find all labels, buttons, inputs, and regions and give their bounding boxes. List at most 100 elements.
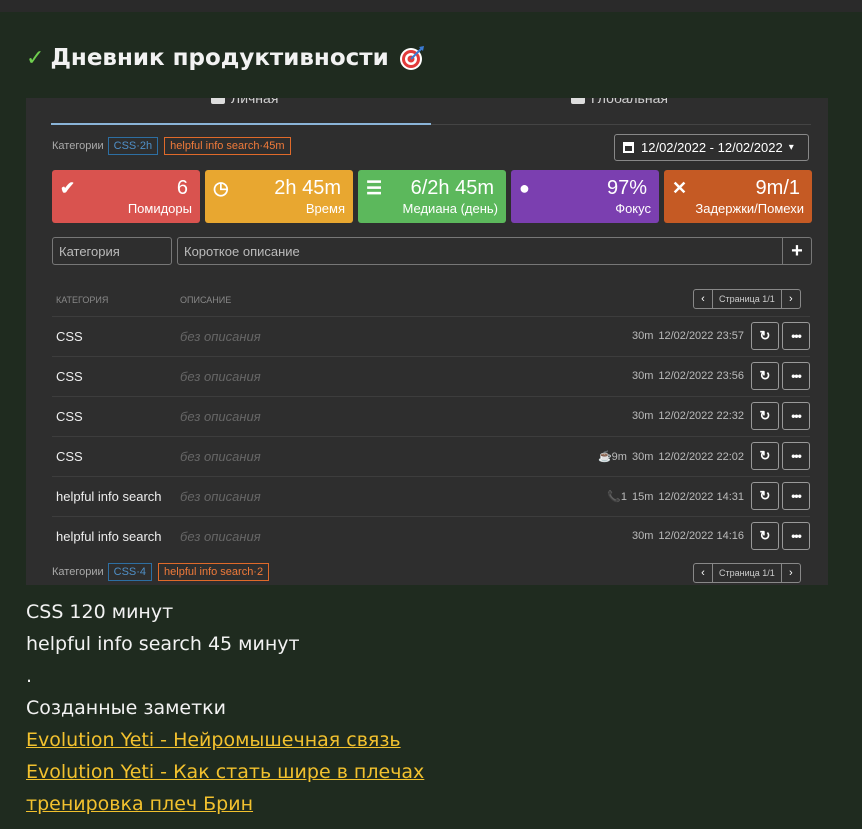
restart-button[interactable]: ↻ — [751, 482, 779, 510]
row-description: без описания — [180, 409, 261, 424]
stats-row: ✔ 6 Помидоры ◷ 2h 45m Время ☰ 6/2h 45m М… — [52, 170, 812, 223]
next-page-button[interactable]: › — [782, 290, 800, 308]
restart-button[interactable]: ↻ — [751, 322, 779, 350]
lightbulb-icon: ● — [519, 178, 530, 198]
row-meta: 30m 12/02/2022 22:32 — [632, 410, 744, 422]
tab-global[interactable]: Глобальная — [571, 98, 668, 114]
categories-label: Категории — [52, 566, 104, 578]
row-meta: ☕9m 30m 12/02/2022 22:02 — [597, 450, 744, 464]
note-link[interactable]: тренировка плеч Брин — [26, 788, 424, 820]
column-header-description: Описание — [180, 295, 232, 305]
calendar-icon — [623, 142, 634, 153]
tab-divider — [431, 124, 811, 125]
stat-value: 2h 45m — [274, 177, 341, 199]
page-indicator: Страница 1/1 — [712, 564, 782, 582]
entry-form: + — [52, 237, 812, 265]
prev-page-button[interactable]: ‹ — [694, 564, 712, 582]
more-options-button[interactable]: ••• — [782, 402, 810, 430]
table-row: helpful info search без описания 📞1 15m 12… — [52, 476, 810, 516]
tab-personal[interactable]: Личная — [211, 98, 278, 114]
more-options-button[interactable]: ••• — [782, 482, 810, 510]
category-chip-css[interactable]: CSS·2h — [107, 137, 159, 155]
stat-label: Фокус — [615, 201, 651, 216]
table-row: CSS без описания ☕9m 30m 12/02/2022 22:02 … — [52, 436, 810, 476]
users-icon — [571, 98, 585, 105]
x-icon: ✕ — [672, 178, 688, 198]
table-row: CSS без описания 30m 12/02/2022 23:56 ↻ •… — [52, 356, 810, 396]
table-row: helpful info search без описания 30m 12/0… — [52, 516, 810, 556]
category-chip-helpful-info-search[interactable]: helpful info search·45m — [164, 137, 291, 155]
check-circle-icon: ✔ — [60, 178, 76, 198]
note-link[interactable]: Evolution Yeti - Как стать шире в плечах — [26, 756, 424, 788]
row-description: без описания — [180, 449, 261, 464]
stat-value: 97% — [606, 177, 647, 199]
break-badge: ☕9m — [597, 451, 627, 463]
more-options-button[interactable]: ••• — [782, 442, 810, 470]
checkmark-icon: ✓ — [26, 45, 45, 71]
note-link[interactable]: Evolution Yeti - Нейромышечная связь — [26, 724, 424, 756]
stat-focus: ● 97% Фокус — [511, 170, 659, 223]
tab-bar: Личная Глобальная — [51, 98, 811, 126]
target-emoji-icon — [399, 45, 425, 71]
user-icon — [211, 98, 225, 105]
category-input[interactable] — [52, 237, 172, 265]
description-input[interactable] — [177, 237, 783, 265]
summary-line-css: CSS 120 минут — [26, 601, 174, 623]
column-header-category: Категория — [56, 295, 109, 305]
table-row: CSS без описания 30m 12/02/2022 22:32 ↻ •… — [52, 396, 810, 436]
row-duration: 30m — [631, 530, 654, 542]
row-duration: 15m — [631, 490, 654, 503]
date-range-value: 12/02/2022 - 12/02/2022 — [641, 140, 783, 155]
row-datetime: 12/02/2022 22:02 — [658, 450, 744, 463]
productivity-widget: Личная Глобальная Категории CSS·2h helpf… — [26, 98, 828, 585]
table-row: CSS без описания 30m 12/02/2022 23:57 ↻ •… — [52, 316, 810, 356]
more-options-button[interactable]: ••• — [782, 322, 810, 350]
row-meta: 30m 12/02/2022 14:16 — [632, 530, 744, 542]
next-page-button[interactable]: › — [782, 564, 800, 582]
stat-time: ◷ 2h 45m Время — [205, 170, 353, 223]
row-category: CSS — [56, 409, 83, 424]
add-entry-button[interactable]: + — [783, 237, 812, 265]
stat-interruptions: ✕ 9m/1 Задержки/Помехи — [664, 170, 812, 223]
row-category: CSS — [56, 329, 83, 344]
clock-icon: ◷ — [213, 178, 229, 198]
page-indicator: Страница 1/1 — [712, 290, 782, 308]
stat-label: Задержки/Помехи — [695, 201, 804, 216]
row-meta: 30m 12/02/2022 23:57 — [632, 330, 744, 342]
stat-median: ☰ 6/2h 45m Медиана (день) — [358, 170, 506, 223]
row-duration: 30m — [631, 410, 654, 422]
row-duration: 30m — [631, 450, 654, 463]
more-options-button[interactable]: ••• — [782, 522, 810, 550]
category-chip-css[interactable]: CSS·4 — [107, 563, 153, 581]
prev-page-button[interactable]: ‹ — [694, 290, 712, 308]
row-duration: 30m — [631, 370, 654, 382]
list-icon: ☰ — [366, 178, 383, 198]
row-duration: 30m — [631, 330, 654, 342]
row-datetime: 12/02/2022 22:32 — [658, 410, 744, 422]
restart-button[interactable]: ↻ — [751, 442, 779, 470]
date-range-picker[interactable]: 12/02/2022 - 12/02/2022 ▾ — [614, 134, 809, 161]
row-category: CSS — [56, 449, 83, 464]
pagination-top: ‹ Страница 1/1 › — [693, 289, 801, 309]
row-meta: 30m 12/02/2022 23:56 — [632, 370, 744, 382]
stat-value: 6 — [176, 177, 188, 199]
page-title: Дневник продуктивности — [50, 45, 389, 71]
row-description: без описания — [180, 329, 261, 344]
created-notes-heading: Созданные заметки — [26, 697, 227, 719]
pagination-bottom: ‹ Страница 1/1 › — [693, 563, 801, 583]
more-options-button[interactable]: ••• — [782, 362, 810, 390]
page-heading: ✓ Дневник продуктивности — [26, 40, 425, 76]
stat-pomodoros: ✔ 6 Помидоры — [52, 170, 200, 223]
notes-section: CSS 120 минут helpful info search 45 мин… — [26, 596, 424, 820]
row-category: helpful info search — [56, 529, 162, 544]
row-datetime: 12/02/2022 23:56 — [658, 370, 744, 382]
restart-button[interactable]: ↻ — [751, 362, 779, 390]
stat-label: Помидоры — [127, 201, 192, 216]
restart-button[interactable]: ↻ — [751, 522, 779, 550]
category-chip-helpful-info-search[interactable]: helpful info search·2 — [158, 563, 270, 581]
restart-button[interactable]: ↻ — [751, 402, 779, 430]
category-count-summary: Категории CSS·4 helpful info search·2 — [52, 563, 275, 581]
row-description: без описания — [180, 529, 261, 544]
summary-line-helpful-info: helpful info search 45 минут — [26, 633, 300, 655]
row-category: CSS — [56, 369, 83, 384]
